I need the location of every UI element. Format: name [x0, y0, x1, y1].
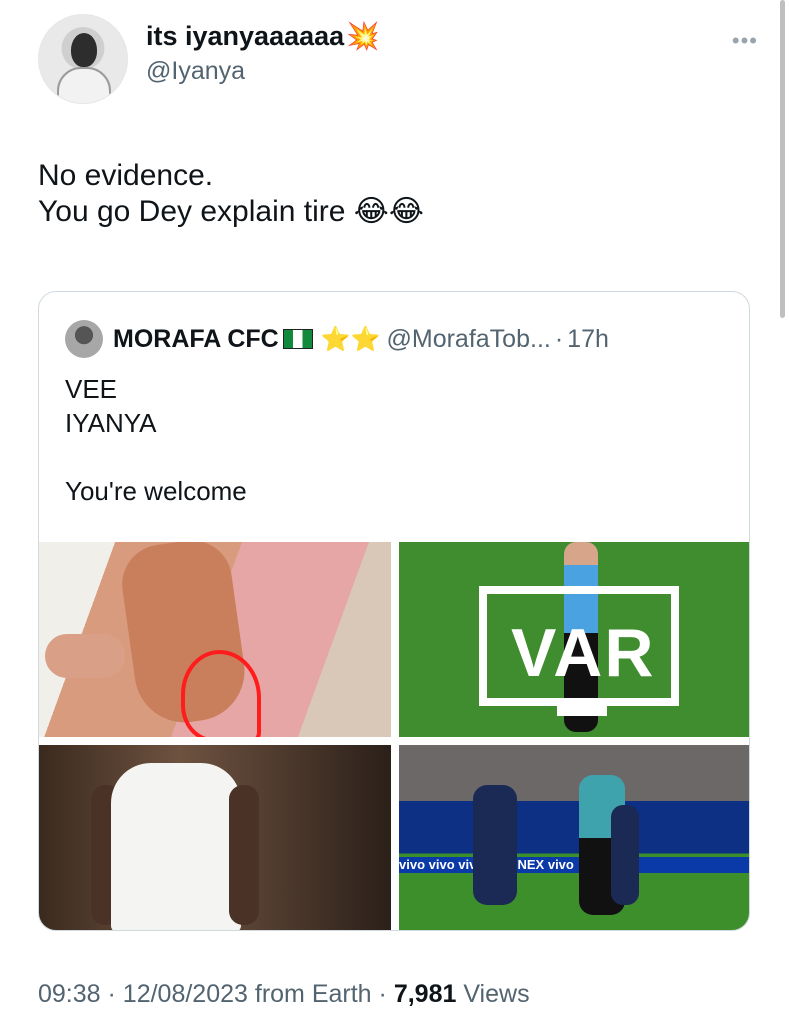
author-handle[interactable]: @Iyanya — [146, 57, 380, 86]
views-count[interactable]: 7,981 — [394, 980, 457, 1008]
arm-shape — [229, 785, 259, 925]
player-figure — [611, 805, 639, 905]
var-label: VAR — [511, 615, 656, 691]
meta-separator: · — [378, 980, 387, 1008]
quoted-media-grid: VAR vivo vivo vivo vivo NEX vivo — [39, 542, 749, 930]
quoted-tweet-text: VEE IYANYA You're welcome — [65, 372, 247, 508]
var-screen-icon: VAR — [479, 586, 679, 716]
tweet-text: No evidence. You go Dey explain tire 😂😂 — [38, 158, 758, 230]
quoted-author-display-name[interactable]: MORAFA CFC — [113, 325, 279, 354]
hand-shape — [45, 634, 125, 678]
laughing-emoji-icon: 😂😂 — [353, 195, 424, 228]
stadium-adboard: vivo vivo vivo vivo NEX vivo — [399, 857, 749, 873]
quoted-text-line — [65, 440, 247, 474]
author-names: its iyanyaaaaaa 💥 @Iyanya — [146, 20, 380, 86]
tweet-text-line-2: You go Dey explain tire 😂😂 — [38, 194, 758, 230]
quoted-separator: · — [554, 324, 564, 353]
meta-separator: · — [107, 980, 116, 1008]
person-figure — [111, 763, 241, 930]
quoted-text-line: IYANYA — [65, 408, 157, 438]
scrollbar[interactable] — [780, 0, 785, 318]
nigeria-flag-icon — [282, 329, 313, 349]
tweet-source: from Earth — [254, 980, 372, 1008]
more-horizontal-icon[interactable]: ••• — [732, 28, 758, 54]
tweet-header: its iyanyaaaaaa 💥 @Iyanya ••• — [38, 14, 758, 106]
quoted-tweet-header: MORAFA CFC ⭐⭐ @MorafaTob... · 17h — [65, 320, 609, 358]
tweet-time[interactable]: 09:38 — [38, 980, 101, 1008]
tweet-meta: 09:38 · 12/08/2023 from Earth · 7,981 Vi… — [38, 980, 530, 1009]
media-photo-tattoo-arm[interactable] — [39, 542, 391, 737]
quoted-text-line: VEE — [65, 374, 118, 404]
quoted-text-line: You're welcome — [65, 476, 247, 506]
tweet-text-line-2-text: You go Dey explain tire — [38, 195, 346, 228]
tweet-text-line-1: No evidence. — [38, 159, 214, 192]
author-display-name[interactable]: its iyanyaaaaaa 💥 — [146, 20, 380, 52]
quoted-author-avatar[interactable] — [65, 320, 103, 358]
media-photo-var-referee[interactable]: VAR — [399, 542, 749, 737]
tweet-date[interactable]: 12/08/2023 — [123, 980, 248, 1008]
red-circle-annotation — [181, 650, 261, 737]
player-figure — [473, 785, 517, 905]
author-avatar[interactable] — [38, 14, 128, 104]
star-emoji-icon: ⭐⭐ — [320, 325, 381, 353]
media-photo-football-match[interactable]: vivo vivo vivo vivo NEX vivo — [399, 745, 749, 930]
author-display-name-text: its iyanyaaaaaa — [146, 20, 345, 51]
media-photo-man-street[interactable] — [39, 745, 391, 930]
collision-emoji-icon: 💥 — [346, 21, 380, 51]
views-label: Views — [463, 980, 530, 1008]
quoted-tweet-age[interactable]: 17h — [567, 325, 609, 354]
quoted-author-handle[interactable]: @MorafaTob... — [387, 325, 551, 354]
quoted-tweet[interactable]: MORAFA CFC ⭐⭐ @MorafaTob... · 17h VEE IY… — [38, 291, 750, 931]
